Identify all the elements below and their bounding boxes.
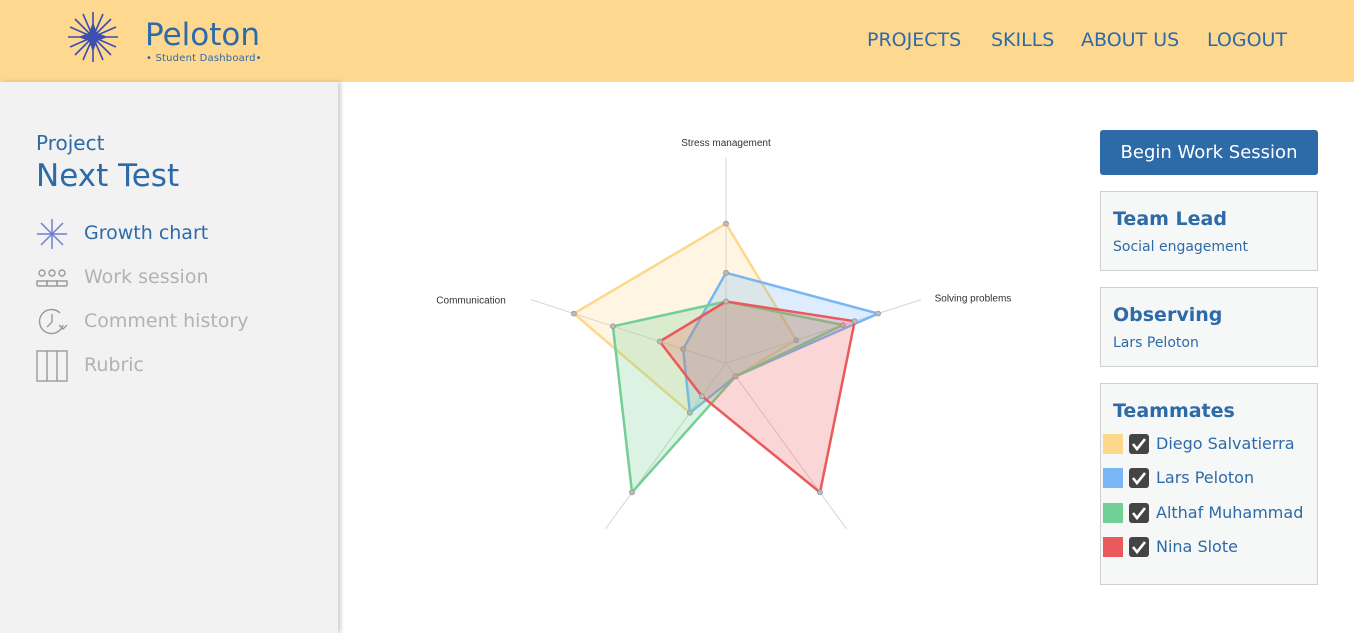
project-label: Project bbox=[36, 131, 105, 155]
nav-about-us[interactable]: ABOUT US bbox=[1081, 29, 1179, 51]
teammate-color-swatch bbox=[1103, 434, 1123, 454]
teammates-title: Teammates bbox=[1113, 400, 1235, 422]
teammate-checkbox[interactable] bbox=[1129, 537, 1149, 557]
teammate-row: Althaf Muhammad bbox=[1101, 501, 1317, 525]
sidebar-item-label: Growth chart bbox=[84, 222, 209, 244]
sidebar-item-growth-chart[interactable]: Growth chart bbox=[36, 218, 296, 252]
checkmark-icon bbox=[1131, 472, 1147, 486]
nav-logout[interactable]: LOGOUT bbox=[1207, 29, 1287, 51]
team-lead-value: Social engagement bbox=[1113, 239, 1249, 255]
sidebar-item-label: Rubric bbox=[84, 354, 144, 376]
begin-work-session-button[interactable]: Begin Work Session bbox=[1100, 130, 1318, 175]
team-lead-title: Team Lead bbox=[1113, 208, 1227, 230]
teammate-color-swatch bbox=[1103, 468, 1123, 488]
radar-point bbox=[571, 310, 577, 317]
radar-point bbox=[875, 310, 881, 317]
teammate-row: Nina Slote bbox=[1101, 535, 1317, 559]
radar-point bbox=[723, 220, 729, 227]
teammate-color-swatch bbox=[1103, 503, 1123, 523]
radar-point bbox=[699, 393, 705, 400]
teammate-checkbox[interactable] bbox=[1129, 434, 1149, 454]
nav-projects[interactable]: PROJECTS bbox=[867, 29, 961, 51]
project-name: Next Test bbox=[36, 158, 180, 194]
observing-value: Lars Peloton bbox=[1113, 335, 1199, 351]
app-subtitle: • Student Dashboard• bbox=[146, 53, 262, 64]
teammate-name: Nina Slote bbox=[1156, 537, 1238, 556]
teammate-checkbox[interactable] bbox=[1129, 503, 1149, 523]
checkmark-icon bbox=[1131, 438, 1147, 452]
radar-point bbox=[610, 323, 616, 330]
teammate-color-swatch bbox=[1103, 537, 1123, 557]
growth-radar-chart: Stress managementSolving problemsTeamwor… bbox=[436, 138, 1012, 530]
radar-axis-label: Communication bbox=[436, 296, 505, 307]
sidebar-item-comment-history[interactable]: Comment history bbox=[36, 306, 296, 340]
radar-point bbox=[723, 269, 729, 276]
team-lead-card: Team Lead Social engagement bbox=[1100, 191, 1318, 271]
observing-card: Observing Lars Peloton bbox=[1100, 287, 1318, 367]
teammates-card: Teammates Diego Salvatierra Lars Peloton… bbox=[1100, 383, 1318, 585]
checkmark-icon bbox=[1131, 541, 1147, 555]
radar-point bbox=[656, 338, 663, 345]
asterisk-icon bbox=[37, 219, 67, 249]
nav-skills[interactable]: SKILLS bbox=[991, 29, 1054, 51]
teammate-name: Diego Salvatierra bbox=[1156, 434, 1295, 453]
history-clock-icon bbox=[38, 308, 68, 335]
sidebar-item-rubric[interactable]: Rubric bbox=[36, 350, 296, 384]
radar-point bbox=[817, 489, 823, 496]
sidebar-item-label: Comment history bbox=[84, 310, 249, 332]
radar-point bbox=[629, 489, 635, 496]
teammate-row: Diego Salvatierra bbox=[1101, 432, 1317, 456]
radar-axis-label: Solving problems bbox=[935, 294, 1012, 305]
radar-point bbox=[851, 318, 858, 325]
group-icon bbox=[36, 269, 68, 287]
peloton-star-logo-icon[interactable] bbox=[68, 12, 118, 62]
teammate-name: Lars Peloton bbox=[1156, 468, 1255, 487]
radar-axis-label: Stress management bbox=[681, 138, 771, 149]
columns-icon bbox=[36, 350, 68, 382]
sidebar-item-work-session[interactable]: Work session bbox=[36, 262, 296, 296]
teammate-checkbox[interactable] bbox=[1129, 468, 1149, 488]
checkmark-icon bbox=[1131, 507, 1147, 521]
top-header: Peloton • Student Dashboard• PROJECTS SK… bbox=[0, 0, 1354, 82]
observing-title: Observing bbox=[1113, 304, 1223, 326]
app-title: Peloton bbox=[145, 17, 261, 53]
sidebar-item-label: Work session bbox=[84, 266, 209, 288]
radar-point bbox=[723, 298, 729, 305]
teammate-row: Lars Peloton bbox=[1101, 466, 1317, 490]
teammate-name: Althaf Muhammad bbox=[1156, 503, 1304, 522]
